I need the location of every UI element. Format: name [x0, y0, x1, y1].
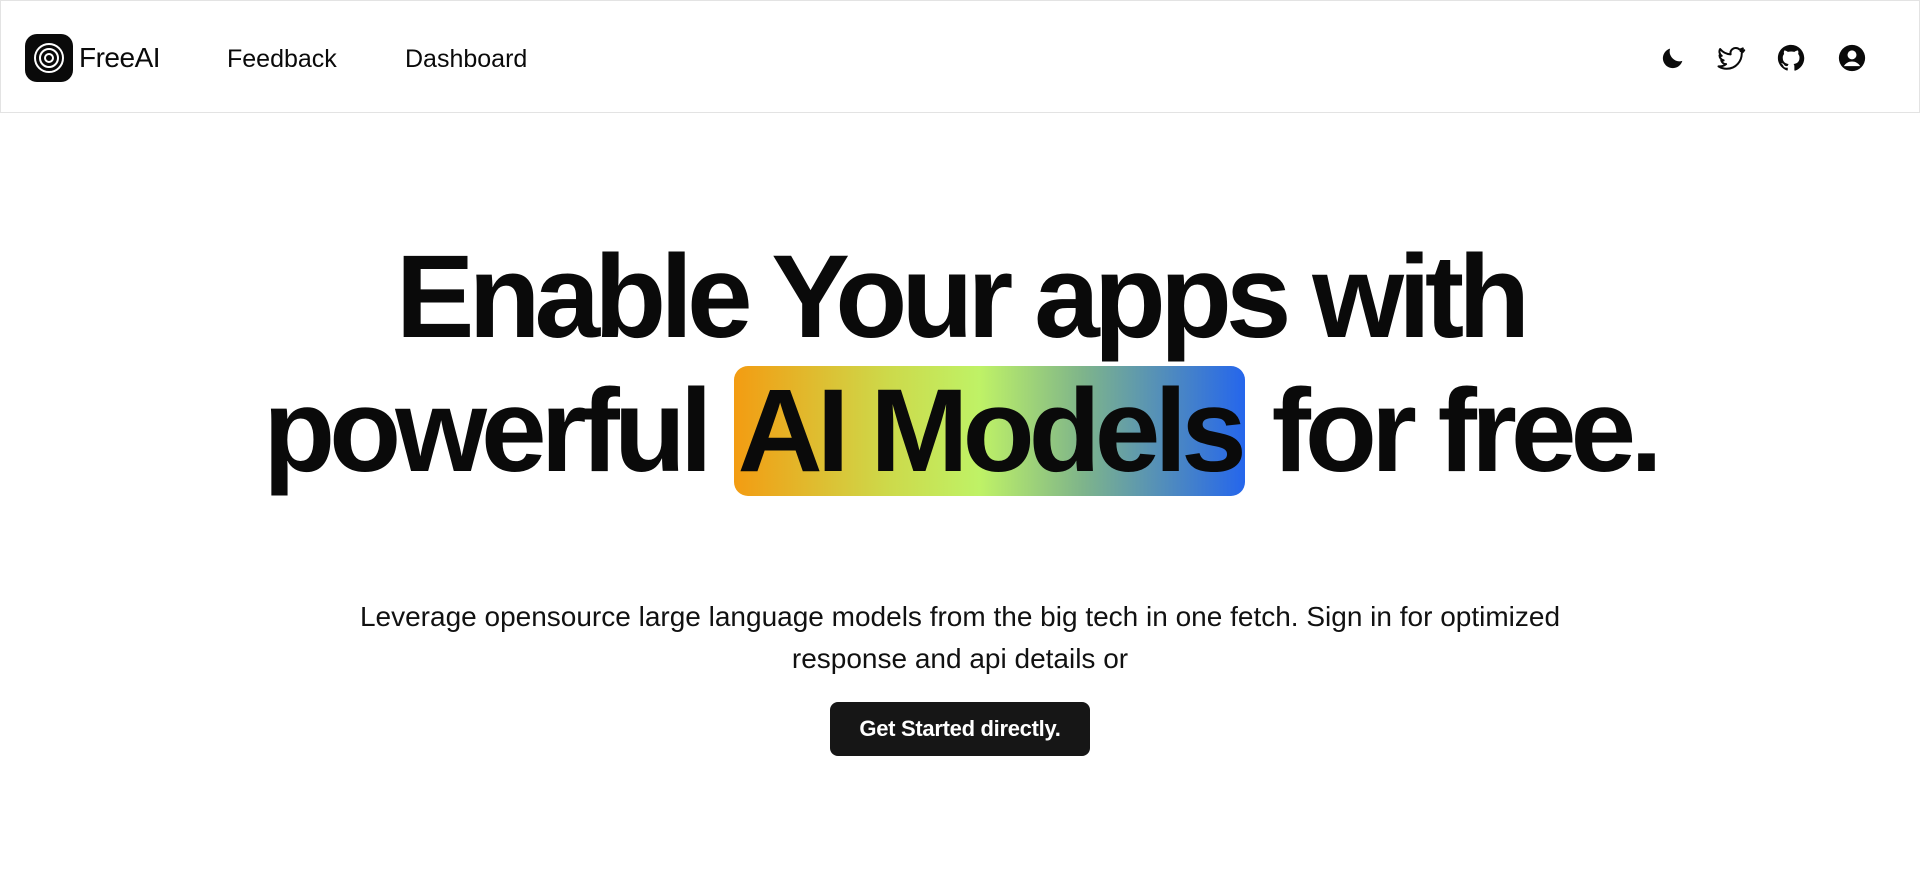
- headline-line-1: Enable Your apps with: [395, 231, 1531, 363]
- github-icon[interactable]: [1774, 41, 1808, 75]
- moon-icon[interactable]: [1656, 41, 1690, 75]
- nav-dashboard-link[interactable]: Dashboard: [405, 45, 527, 74]
- hero-subtitle: Leverage opensource large language model…: [359, 601, 1561, 674]
- headline-word-for-free: for free.: [1271, 365, 1663, 497]
- headline-word-powerful: powerful: [263, 365, 713, 497]
- get-started-button[interactable]: Get Started directly.: [830, 702, 1090, 756]
- logo-link[interactable]: FreeAI: [25, 34, 161, 82]
- nav-feedback-link[interactable]: Feedback: [227, 45, 337, 74]
- headline-line-2: powerful AI Models for free.: [0, 364, 1920, 498]
- twitter-icon[interactable]: [1714, 41, 1748, 75]
- top-nav-bar: FreeAI Feedback Dashboard: [0, 0, 1920, 113]
- user-icon[interactable]: [1835, 41, 1869, 75]
- hero-headline: Enable Your apps with powerful AI Models…: [0, 230, 1920, 498]
- logo-icon: [25, 34, 73, 82]
- landing-page: FreeAI Feedback Dashboard Enable Your ap…: [0, 0, 1920, 893]
- logo-text: FreeAI: [79, 42, 161, 73]
- headline-highlight: AI Models: [733, 366, 1247, 496]
